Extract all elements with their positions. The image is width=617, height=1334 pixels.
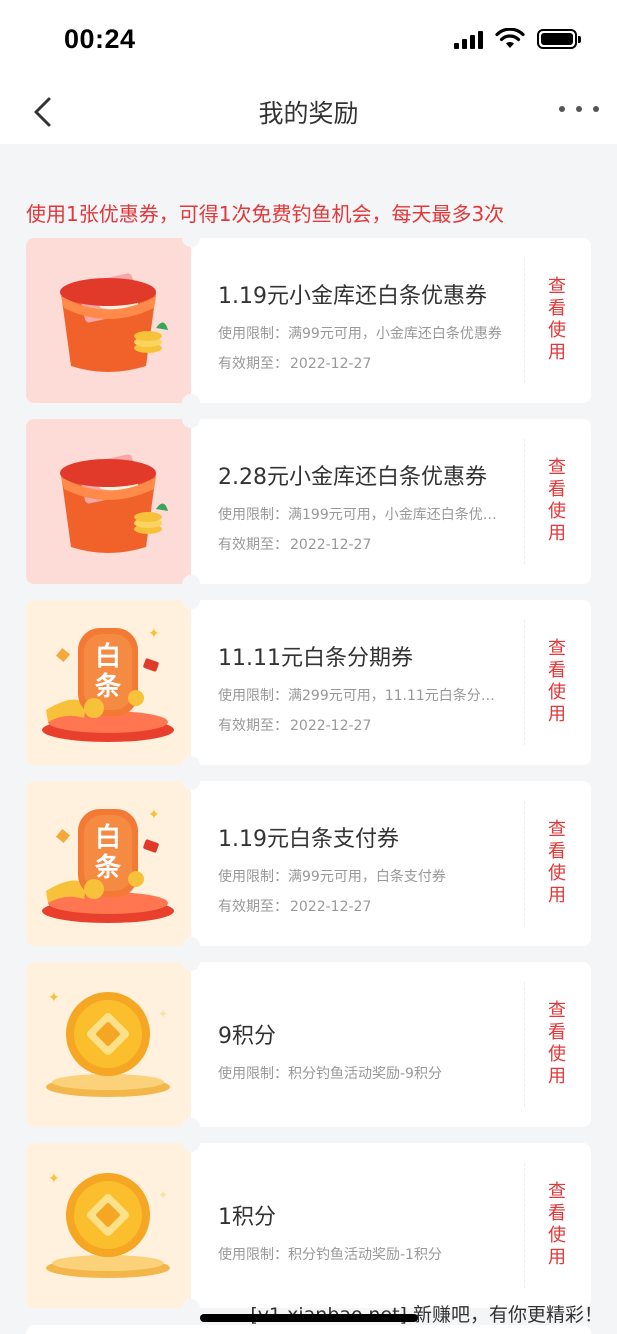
coupon-expire: 有效期至： 2022-12-27 [218,534,371,554]
points-limit: 使用限制：积分钓鱼活动奖励-9积分 [218,1066,442,1082]
coupon-card[interactable]: 2.28元小金库还白条优惠券 使用限制：满199元可用，小金库还白条优惠券 有效… [26,419,591,584]
baitiao-icon: ✦ 白条 [26,781,191,946]
baitiao-badge-text: 白条 [94,823,121,883]
coupon-limit: 使用限制：满299元可用，11.11元白条分期券 [218,688,508,704]
svg-text:✦: ✦ [48,1171,60,1187]
points-limit: 使用限制：积分钓鱼活动奖励-1积分 [218,1247,442,1263]
points-card[interactable]: ✦ ✦ 1积分 使用限制：积分钓鱼活动奖励-1积分 查看使用 [26,1143,591,1308]
coupon-expire: 有效期至： 2022-12-27 [218,715,371,735]
cellular-signal-icon [454,29,483,49]
view-use-button[interactable]: 查看使用 [544,276,570,364]
page-title: 我的奖励 [258,99,359,128]
more-button[interactable] [559,94,599,124]
expire-date: 2022-12-27 [290,356,372,372]
more-dot-icon [559,106,565,112]
view-use-button[interactable]: 查看使用 [544,638,570,726]
status-bar: 00:24 [0,0,617,80]
red-envelope-icon [26,238,191,403]
coupon-title: 1.19元小金库还白条优惠券 [218,284,487,309]
coupon-expire: 有效期至： 2022-12-27 [218,353,371,373]
svg-text:✦: ✦ [148,807,160,823]
coupon-expire: 有效期至： 2022-12-27 [218,896,371,916]
more-dot-icon [576,106,582,112]
points-title: 9积分 [218,1024,276,1049]
points-card[interactable]: ✦ ✦ 9积分 使用限制：积分钓鱼活动奖励-9积分 查看使用 [26,962,591,1127]
coupon-limit: 使用限制：满99元可用，小金库还白条优惠券 [218,326,502,342]
expire-label: 有效期至： [218,537,288,553]
gold-coin-icon: ✦ ✦ [26,1143,191,1308]
baitiao-badge-text: 白条 [94,642,121,702]
red-envelope-icon [26,419,191,584]
status-icons [454,28,581,50]
svg-text:✦: ✦ [158,1007,168,1021]
svg-text:✦: ✦ [148,626,160,642]
coupon-limit: 使用限制：满199元可用，小金库还白条优惠券 [218,507,508,523]
coupon-card[interactable]: 1.19元小金库还白条优惠券 使用限制：满99元可用，小金库还白条优惠券 有效期… [26,238,591,403]
coupon-limit: 使用限制：满99元可用，白条支付券 [218,869,446,885]
baitiao-icon: ✦ 白条 [26,600,191,765]
points-title: 1积分 [218,1205,276,1230]
expire-label: 有效期至： [218,899,288,915]
more-dot-icon [593,106,599,112]
coupon-title: 1.19元白条支付券 [218,827,399,852]
expire-date: 2022-12-27 [290,899,372,915]
battery-icon [537,29,581,49]
wifi-icon [495,28,525,48]
svg-text:✦: ✦ [48,990,60,1006]
coupon-title: 2.28元小金库还白条优惠券 [218,465,487,490]
view-use-button[interactable]: 查看使用 [544,1181,570,1269]
coupon-title: 11.11元白条分期券 [218,646,413,671]
gold-coin-icon: ✦ ✦ [26,962,191,1127]
reward-notice: 使用1张优惠券，可得1次免费钓鱼机会，每天最多3次 [26,202,505,226]
coupon-card[interactable]: ✦ 白条 11.11元白条分期券 使用限制：满299元可用，11.11元白条分期… [26,600,591,765]
nav-bar: 我的奖励 [0,80,617,144]
coupon-card[interactable]: ✦ 白条 1.19元白条支付券 使用限制：满99元可用，白条支付券 有效期至： 2… [26,781,591,946]
expire-date: 2022-12-27 [290,537,372,553]
status-time: 00:24 [64,24,136,54]
view-use-button[interactable]: 查看使用 [544,1000,570,1088]
svg-text:✦: ✦ [158,1188,168,1202]
expire-label: 有效期至： [218,356,288,372]
view-use-button[interactable]: 查看使用 [544,819,570,907]
expire-label: 有效期至： [218,718,288,734]
home-indicator[interactable] [200,1314,418,1322]
expire-date: 2022-12-27 [290,718,372,734]
view-use-button[interactable]: 查看使用 [544,457,570,545]
